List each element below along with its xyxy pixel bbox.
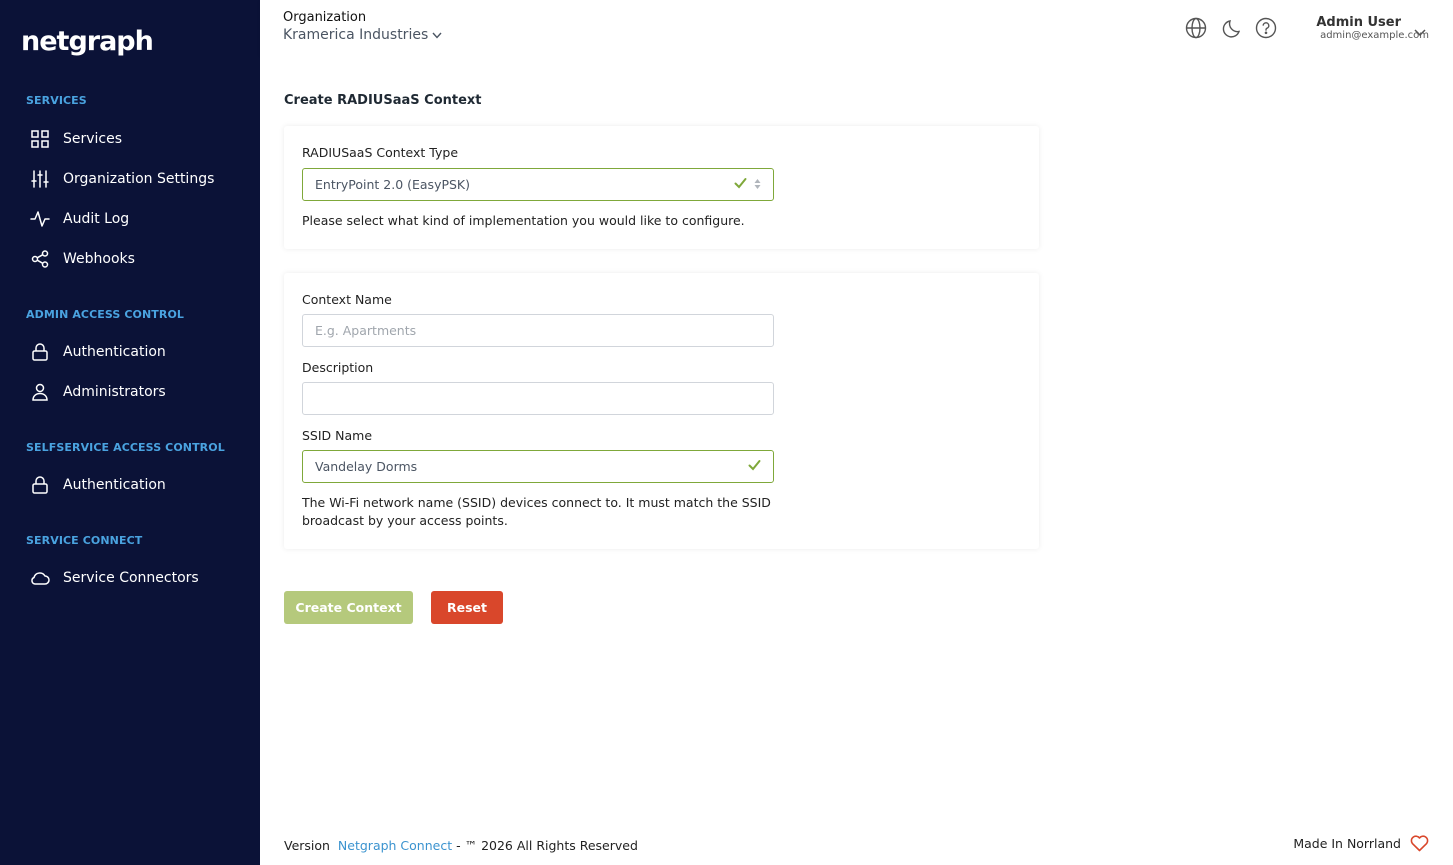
sidebar-item-webhooks[interactable]: Webhooks xyxy=(0,241,260,277)
sidebar-item-label: Service Connectors xyxy=(63,570,199,586)
context-name-placeholder: E.g. Apartments xyxy=(315,323,417,338)
netgraph-logo[interactable]: netgraph xyxy=(21,26,154,57)
check-icon xyxy=(748,459,761,474)
ssid-name-label: SSID Name xyxy=(302,428,373,443)
context-type-value: EntryPoint 2.0 (EasyPSK) xyxy=(315,177,471,192)
sidebar-item-admin-authentication[interactable]: Authentication xyxy=(0,334,260,370)
sidebar: netgraph SERVICES Services Organization … xyxy=(0,0,260,865)
page-title: Create RADIUSaaS Context xyxy=(284,93,482,108)
heart-icon xyxy=(1410,835,1429,852)
sidebar-item-label: Audit Log xyxy=(63,211,130,227)
sidebar-item-audit-log[interactable]: Audit Log xyxy=(0,201,260,237)
sidebar-item-selfservice-authentication[interactable]: Authentication xyxy=(0,467,260,503)
sidebar-item-label: Authentication xyxy=(63,344,166,360)
section-title-selfservice-access-control: SELFSERVICE ACCESS CONTROL xyxy=(26,441,225,454)
ssid-help: The Wi-Fi network name (SSID) devices co… xyxy=(302,495,771,528)
user-email: admin@example.com xyxy=(1320,30,1429,41)
sidebar-item-label: Organization Settings xyxy=(63,171,215,187)
globe-icon[interactable] xyxy=(1185,17,1207,39)
cloud-icon xyxy=(30,568,50,588)
context-type-select[interactable]: EntryPoint 2.0 (EasyPSK) xyxy=(302,168,774,201)
chevron-down-icon[interactable] xyxy=(1414,22,1426,41)
help-icon[interactable] xyxy=(1255,17,1277,39)
context-type-help: Please select what kind of implementatio… xyxy=(302,213,745,228)
version-label: Version xyxy=(284,838,330,853)
select-arrows-icon xyxy=(754,178,761,193)
organization-label: Organization xyxy=(283,10,367,25)
description-input[interactable] xyxy=(302,382,774,415)
chevron-down-icon xyxy=(432,32,442,39)
context-name-input[interactable]: E.g. Apartments xyxy=(302,314,774,347)
ssid-name-input[interactable]: Vandelay Dorms xyxy=(302,450,774,483)
netgraph-connect-link[interactable]: Netgraph Connect xyxy=(338,838,452,853)
sliders-icon xyxy=(30,169,50,189)
context-form-card: Context Name E.g. Apartments Description… xyxy=(284,273,1039,549)
user-name[interactable]: Admin User xyxy=(1316,15,1401,30)
context-type-label: RADIUSaaS Context Type xyxy=(302,145,459,160)
sidebar-item-services[interactable]: Services xyxy=(0,121,260,157)
share-icon xyxy=(30,249,50,269)
organization-value: Kramerica Industries xyxy=(283,27,429,43)
grid-icon xyxy=(30,129,50,149)
lock-icon xyxy=(30,475,50,495)
sidebar-item-administrators[interactable]: Administrators xyxy=(0,374,260,410)
sidebar-item-label: Administrators xyxy=(63,384,166,400)
sidebar-item-label: Authentication xyxy=(63,477,166,493)
organization-select[interactable]: Kramerica Industries xyxy=(283,27,442,43)
check-icon xyxy=(734,177,747,192)
sidebar-item-label: Services xyxy=(63,131,123,147)
footer-version: Version Netgraph Connect - ™ 2026 All Ri… xyxy=(284,838,638,853)
context-name-label: Context Name xyxy=(302,292,392,307)
made-in-text: Made In Norrland xyxy=(1293,836,1401,851)
lock-icon xyxy=(30,342,50,362)
ssid-name-value: Vandelay Dorms xyxy=(315,459,418,474)
topbar: Organization Kramerica Industries Admin … xyxy=(260,0,1453,55)
sidebar-item-organization-settings[interactable]: Organization Settings xyxy=(0,161,260,197)
sidebar-item-service-connectors[interactable]: Service Connectors xyxy=(0,560,260,596)
sidebar-item-label: Webhooks xyxy=(63,251,135,267)
moon-icon[interactable] xyxy=(1222,17,1244,39)
context-type-card: RADIUSaaS Context Type EntryPoint 2.0 (E… xyxy=(284,126,1039,249)
section-title-service-connect: SERVICE CONNECT xyxy=(26,534,143,547)
footer-made-in: Made In Norrland xyxy=(1293,835,1429,852)
user-icon xyxy=(30,382,50,402)
section-title-admin-access-control: ADMIN ACCESS CONTROL xyxy=(26,308,185,321)
activity-icon xyxy=(30,209,50,229)
rights-text: - ™ 2026 All Rights Reserved xyxy=(456,838,638,853)
main-content: Create RADIUSaaS Context RADIUSaaS Conte… xyxy=(260,55,1453,865)
create-context-button[interactable]: Create Context xyxy=(284,591,413,624)
description-label: Description xyxy=(302,360,374,375)
reset-button[interactable]: Reset xyxy=(431,591,503,624)
section-title-services: SERVICES xyxy=(26,94,87,107)
